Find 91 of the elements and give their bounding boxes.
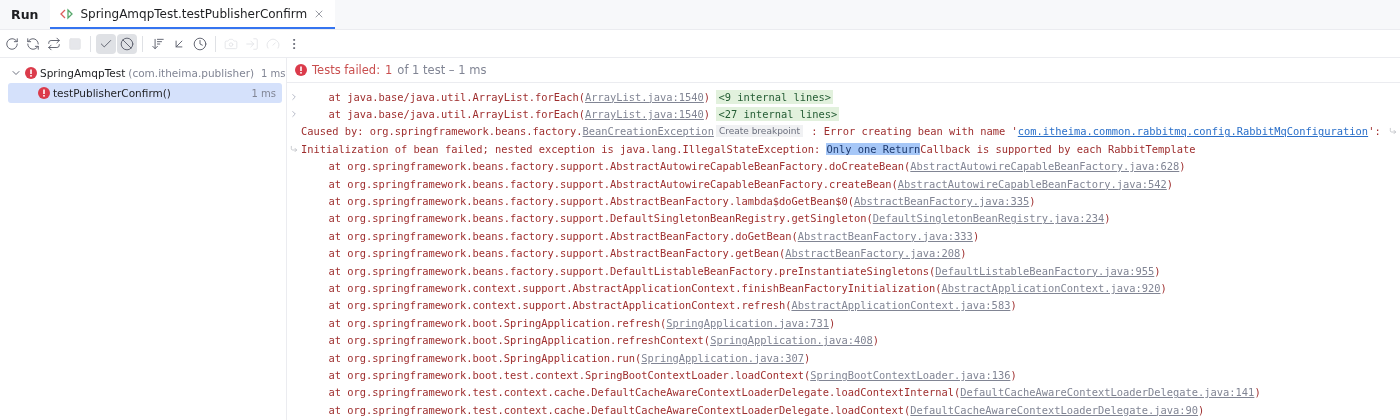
console-text: ) (703, 108, 711, 121)
fold-icon[interactable] (289, 109, 299, 120)
console-text: at org.springframework.beans.factory.support.AbstractBeanFactory.lambda$doGetBean$0( (328, 195, 854, 208)
console-text: ) (1166, 177, 1174, 190)
fold-icon[interactable] (289, 91, 299, 102)
source-link[interactable]: SpringApplication.java:408 (710, 334, 873, 347)
source-link[interactable]: SpringBootContextLoader.java:136 (810, 368, 1011, 381)
console-text: at org.springframework.beans.factory.support.AbstractAutowireCapableBeanFactory.doCreateBean( (328, 160, 911, 173)
source-link[interactable]: DefaultCacheAwareContextLoaderDelegate.java:141 (960, 386, 1255, 399)
console-text: at org.springframework.beans.factory.support.DefaultSingletonBeanRegistry.getSingleton( (328, 212, 873, 225)
folded-lines-badge[interactable]: <9 internal lines> (716, 89, 833, 104)
sort-icon (151, 36, 165, 51)
checkmark-button[interactable] (96, 33, 116, 54)
import-icon (245, 36, 259, 51)
console-text: at org.springframework.boot.test.context.SpringBootContextLoader.loadContext( (328, 368, 811, 381)
console-text: ) (1154, 264, 1161, 277)
console-text: at java.base/java.util.ArrayList.forEach( (328, 90, 585, 103)
test-tree-item[interactable]: testPublisherConfirm() 1 ms (8, 83, 282, 103)
console-text: ) (960, 247, 967, 260)
failed-count: 1 (385, 63, 393, 77)
console-text: at org.springframework.beans.factory.support.AbstractBeanFactory.getBean( (328, 247, 786, 260)
source-link[interactable]: BeanCreationException (582, 125, 714, 138)
run-tab[interactable]: SpringAmqpTest.testPublisherConfirm (50, 0, 336, 29)
rerun-icon (5, 36, 19, 51)
source-link[interactable]: AbstractBeanFactory.java:333 (797, 229, 973, 242)
console-text: at org.springframework.test.context.cache.DefaultCacheAwareContextLoaderDelegate.loadContextInternal( (328, 386, 961, 399)
console-text: at java.base/java.util.ArrayList.forEach( (328, 108, 585, 121)
test-method-name: testPublisherConfirm() (53, 87, 171, 99)
console-text: : Error creating bean with name ' (810, 125, 1018, 138)
create-breakpoint-hint[interactable]: Create breakpoint (715, 125, 804, 138)
console-text: Initialization of bean failed; nested exception is java.lang.IllegalStateException: (301, 142, 822, 155)
test-duration: 1 ms (250, 87, 276, 99)
console-text: ) (1160, 282, 1167, 294)
console-text: ) (1010, 299, 1017, 312)
console-text: at org.springframework.context.support.AbstractApplicationContext.finishBeanFactoryInitialization( (328, 282, 942, 294)
console-text: at org.springframework.beans.factory.support.AbstractBeanFactory.doGetBean( (328, 229, 798, 242)
repeat-icon (47, 36, 61, 51)
source-link[interactable]: AbstractApplicationContext.java:920 (941, 282, 1161, 294)
folded-lines-badge[interactable]: <27 internal lines> (716, 107, 840, 122)
test-summary: of 1 test – 1 ms (397, 63, 487, 77)
console-text: at org.springframework.beans.factory.support.DefaultListableBeanFactory.preInstantiateSingletons( (328, 264, 936, 277)
console-text: ) (803, 351, 811, 364)
console-text: at org.springframework.boot.SpringApplication.refresh( (328, 316, 667, 329)
source-link[interactable]: AbstractAutowireCapableBeanFactory.java:542 (897, 177, 1167, 190)
error-icon (25, 67, 37, 79)
test-class-name: SpringAmqpTest (40, 67, 126, 79)
console-text: ) (1104, 212, 1111, 225)
tests-failed-label: Tests failed: (312, 63, 381, 77)
console-text: Callback is supported by each RabbitTemplate (920, 142, 1196, 155)
source-link[interactable]: AbstractAutowireCapableBeanFactory.java:628 (910, 160, 1180, 173)
selected-text: Only one Return (826, 142, 921, 155)
source-link[interactable]: SpringApplication.java:731 (666, 316, 829, 329)
console-text: at org.springframework.boot.SpringApplication.refreshContext( (328, 334, 711, 347)
package-name: (com.itheima.publisher) (128, 67, 255, 79)
source-link[interactable]: AbstractBeanFactory.java:335 (854, 195, 1030, 208)
source-link[interactable]: AbstractApplicationContext.java:583 (791, 299, 1011, 312)
source-link[interactable]: ArrayList.java:1540 (585, 90, 704, 103)
console-text: Caused by: org.springframework.beans.factory. (301, 125, 583, 138)
source-link[interactable]: ArrayList.java:1540 (585, 108, 704, 121)
source-link[interactable]: DefaultCacheAwareContextLoaderDelegate.java:90 (910, 403, 1199, 416)
rerun-icon (26, 36, 40, 51)
console-text: ) (1010, 368, 1017, 381)
ban-button[interactable] (117, 33, 137, 54)
console-text: at org.springframework.boot.SpringApplication.run( (328, 351, 642, 364)
source-link[interactable]: DefaultListableBeanFactory.java:955 (935, 264, 1155, 277)
camera-icon (224, 36, 238, 51)
tool-window-title: Run (10, 6, 40, 24)
console-text: ) (1029, 195, 1036, 208)
console-text: ': (1368, 125, 1381, 138)
console-text: ) (1254, 386, 1261, 399)
console-text: ) (1179, 160, 1186, 173)
source-link[interactable]: SpringApplication.java:307 (641, 351, 804, 364)
console-text: ) (829, 316, 836, 329)
console-text: ) (1198, 403, 1205, 416)
ban-icon (120, 36, 134, 51)
source-link[interactable]: AbstractBeanFactory.java:208 (785, 247, 961, 260)
clock-icon (193, 36, 207, 51)
console-text: ) (972, 229, 980, 242)
test-run-icon (60, 7, 75, 20)
class-link[interactable]: com.itheima.common.rabbitmq.config.RabbitMqConfiguration (1017, 125, 1369, 138)
stop-icon (68, 36, 82, 51)
console-text: at org.springframework.test.context.cache.DefaultCacheAwareContextLoaderDelegate.loadContext( (328, 403, 911, 416)
test-duration: 1 ms (260, 67, 286, 79)
error-icon (38, 87, 50, 99)
gauge-icon (266, 36, 280, 51)
console-text: at org.springframework.beans.factory.support.AbstractAutowireCapableBeanFactory.createBean( (328, 177, 898, 190)
console-text: ) (872, 334, 880, 347)
console-text: ) (703, 90, 711, 103)
source-link[interactable]: DefaultSingletonBeanRegistry.java:234 (872, 212, 1105, 225)
console-text: at org.springframework.context.support.AbstractApplicationContext.refresh( (328, 299, 792, 312)
error-icon (295, 64, 307, 76)
